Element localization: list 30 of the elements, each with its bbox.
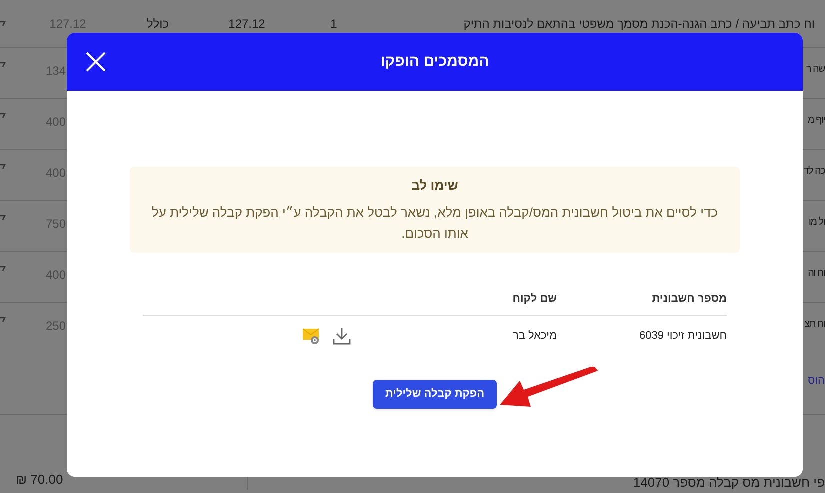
mail-icon[interactable] xyxy=(303,328,321,344)
total-amount: ₪ 70.00 xyxy=(16,473,64,486)
dialog-title: המסמכים הופקו xyxy=(380,52,490,72)
quantity-cell-text: 1 xyxy=(330,16,338,32)
description-cell-text: ול מו xyxy=(808,216,825,230)
table-cell: מיכאל בר xyxy=(513,330,557,342)
price-cell-text: 127.12 xyxy=(228,16,266,32)
footer-note: פי חשבונית מס קבלה מספר 14070 xyxy=(633,476,825,489)
chevron-icon[interactable] xyxy=(0,20,6,26)
vat-cell-text: כולל xyxy=(146,16,170,32)
description-cell-text: וח תצ xyxy=(804,318,825,332)
chevron-icon[interactable] xyxy=(0,62,6,68)
chevron-icon[interactable] xyxy=(0,266,6,272)
chevron-icon[interactable] xyxy=(0,113,6,119)
table-cell: חשבונית זיכוי 6039 xyxy=(639,330,727,342)
description-cell-text: שה ר xyxy=(806,63,825,77)
notice-title: שימו לב xyxy=(412,177,458,196)
column-header: מספר חשבונית xyxy=(652,293,727,305)
description-cell-text: וח וה xyxy=(808,267,825,281)
description-cell-text: כה לד xyxy=(804,164,825,179)
chevron-icon[interactable] xyxy=(0,317,6,323)
close-button[interactable] xyxy=(85,51,107,73)
chevron-icon[interactable] xyxy=(0,215,6,221)
column-header: שם לקוח xyxy=(512,293,557,305)
description-cell-text: וח כתב תביעה / כתב הגנה-הכנת מסמך משפטי בהתאם לנסיבות התיק xyxy=(464,16,815,32)
chevron-icon[interactable] xyxy=(0,164,6,170)
notice-text: כדי לסיים את ביטול חשבונית המס/קבלה באופן מלא, נשאר לבטל את הקבלה ע״י הפקת קבלה שלילית על אותו הסכום. xyxy=(151,204,719,243)
download-icon[interactable] xyxy=(333,327,351,345)
issue-receipt-button[interactable]: הפקת קבלה שלילית xyxy=(373,380,497,409)
description-cell-text: יוף מ xyxy=(808,114,825,128)
